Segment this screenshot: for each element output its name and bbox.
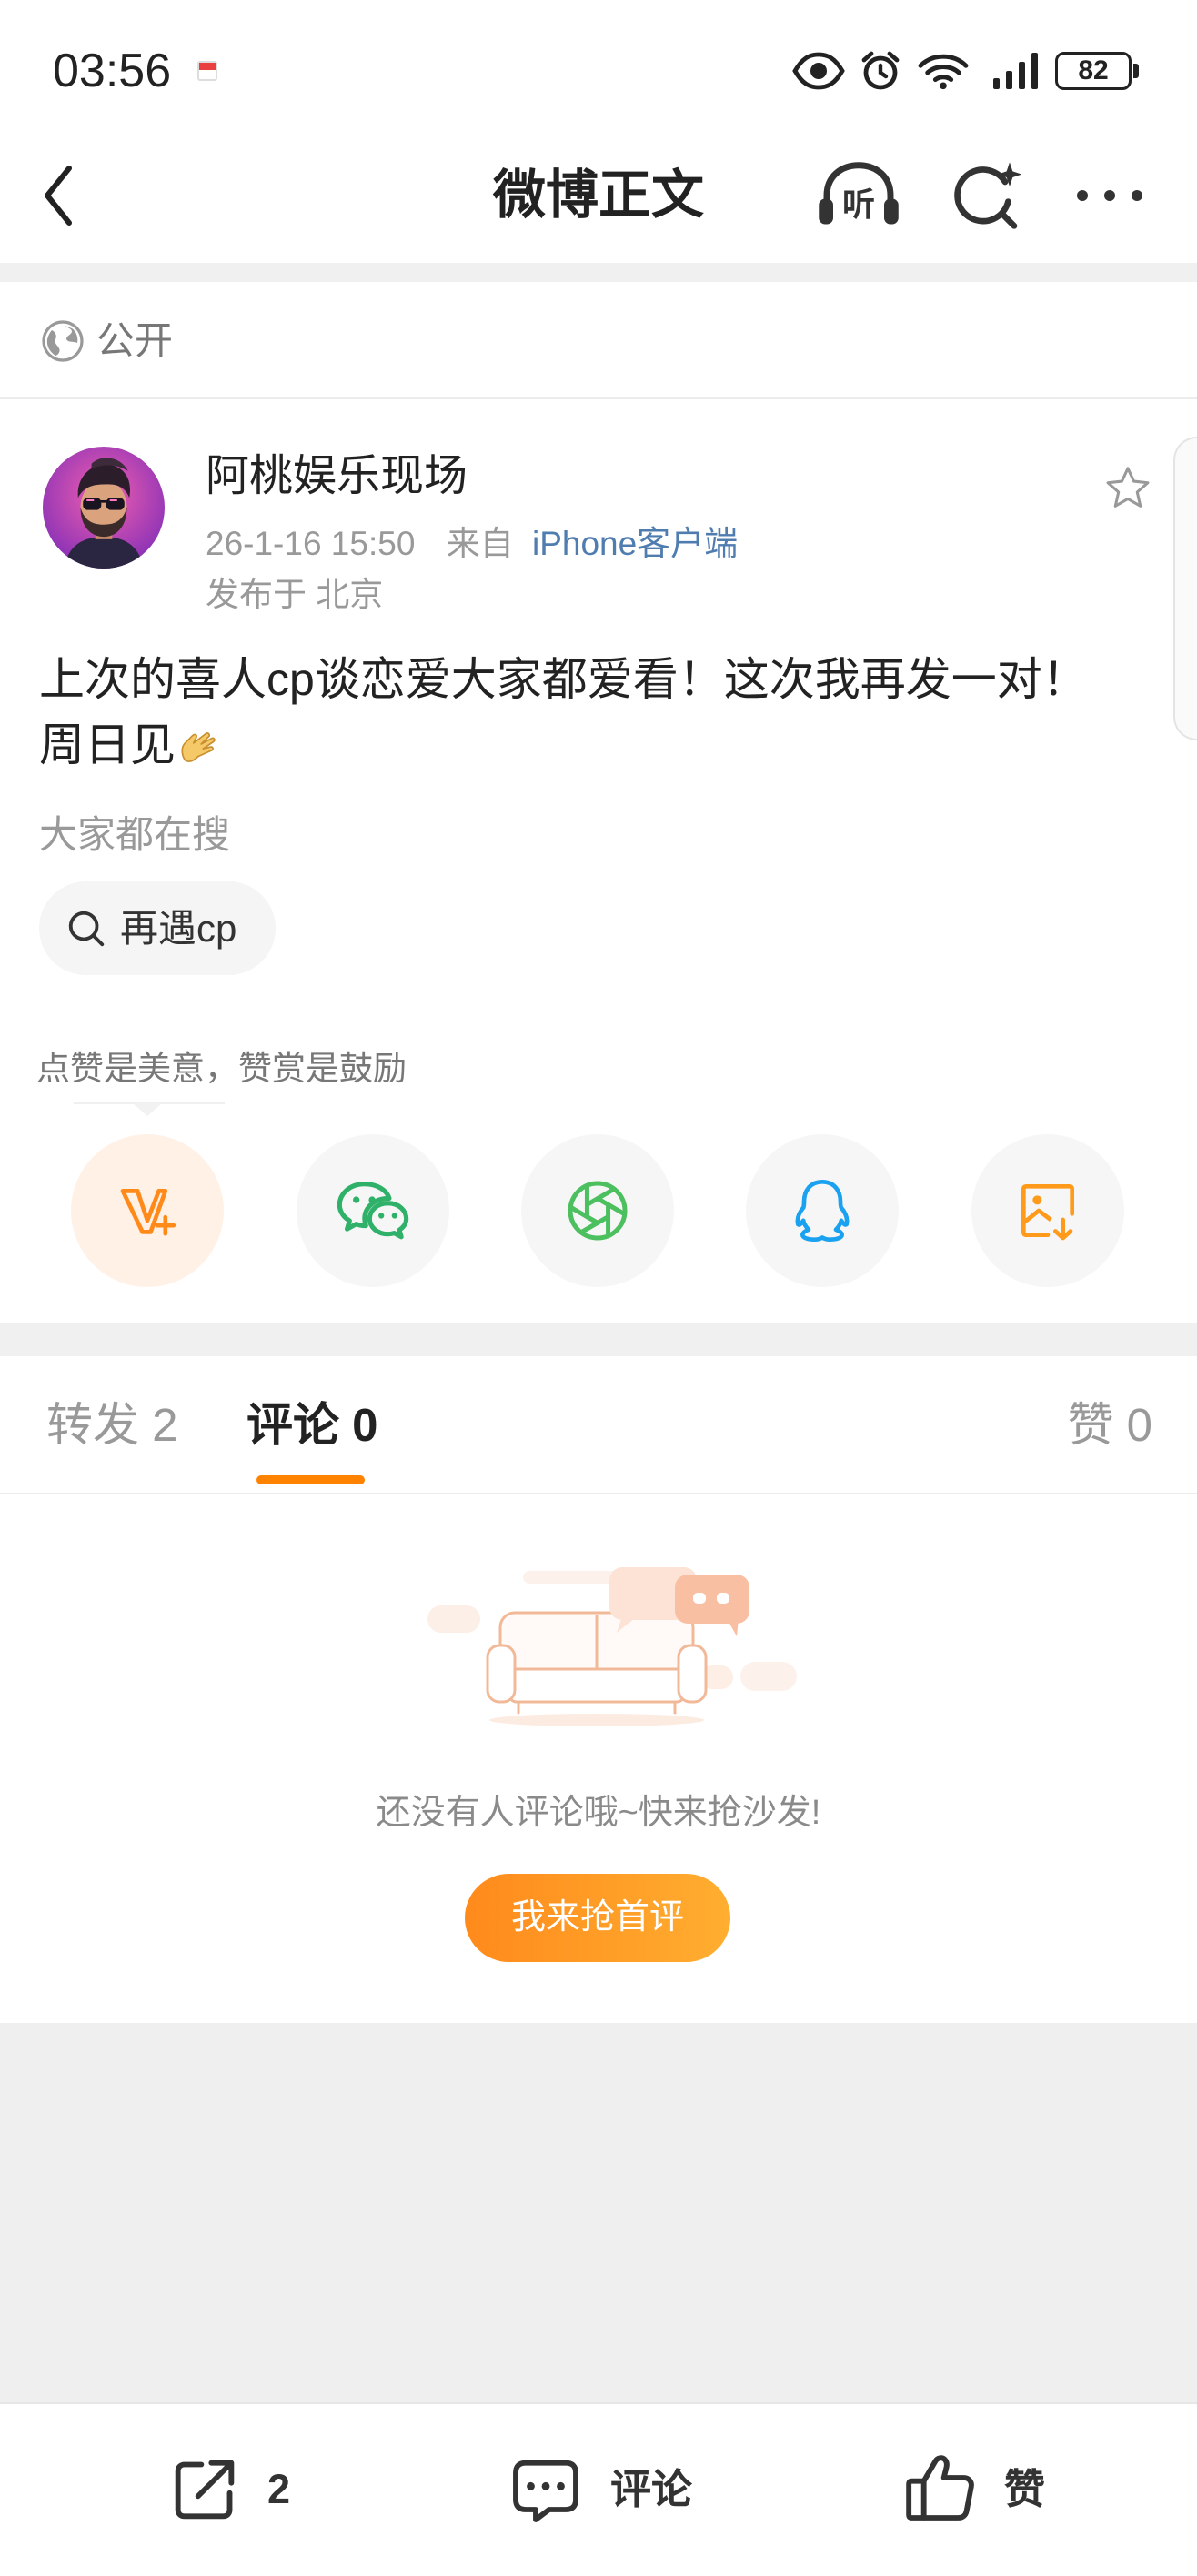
share-reward-button[interactable] [71,1134,224,1287]
tab-comments[interactable]: 评论 0 [246,1400,378,1451]
trending-chip[interactable]: 再遇cp [39,881,276,975]
tab-repost[interactable]: 转发 2 [46,1400,178,1451]
side-panel-handle[interactable] [1173,437,1197,740]
repost-count: 2 [267,2466,291,2512]
eye-icon [792,52,845,90]
post-time: 26-1-16 15:50 [206,525,416,562]
tab-likes[interactable]: 赞 0 [1067,1400,1152,1451]
post-text-line-2-text: 周日见 [39,719,176,770]
save-image-button[interactable] [971,1134,1124,1287]
reward-tip: 点赞是美意，赞赏是鼓励 [36,1050,407,1087]
trending-label: 大家都在搜 [39,813,231,856]
author-name[interactable]: 阿桃娱乐现场 [206,451,468,502]
source-prefix: 来自 [446,525,514,562]
first-comment-button[interactable]: 我来抢首评 [465,1874,730,1962]
battery-tip [1133,64,1139,78]
ok-hand-emoji [181,732,216,762]
star-icon[interactable] [1102,463,1153,514]
nav-bar: 微博正文 听 [0,141,1197,263]
share-qq-button[interactable] [746,1134,899,1287]
status-time: 03:56 [53,45,172,97]
moments-icon [568,1181,628,1241]
wifi-icon [918,54,969,90]
empty-message: 还没有人评论哦~快来抢沙发! [376,1794,821,1832]
section-gap [0,1323,1197,1356]
trending-chip-label: 再遇cp [120,907,237,950]
post-text-line-2: 周日见 [39,712,221,778]
listen-button[interactable]: 听 [814,157,903,234]
section-gap [0,263,1197,282]
post-text-line-1: 上次的喜人cp谈恋爱大家都爱看！这次我再发一对！ [39,654,1088,705]
battery-icon: 82 [1055,52,1132,90]
active-tab-indicator [256,1475,365,1484]
alarm-icon [861,51,900,90]
battery-level: 82 [1078,55,1109,86]
thumbs-up-icon [906,2455,974,2521]
comment-icon [513,2460,578,2522]
post-card: 阿桃娱乐现场 26-1-16 15:50 来自 iPhone客户端 发布于 北京… [0,397,1197,1323]
signal-icon [993,53,1038,89]
source-link[interactable]: iPhone客户端 [532,525,738,562]
notification-icon [197,61,217,81]
qq-icon [795,1180,850,1242]
reward-tip-pointer [133,1103,162,1116]
weibo-post-detail-screen: 03:56 82 微博正文 听 公开 阿桃娱乐现场 26-1-16 15:50 … [0,0,1197,2576]
status-bar: 03:56 82 [0,0,1197,141]
repost-button[interactable]: 2 [165,2450,310,2531]
bottom-action-bar: 2 评论 赞 [0,2402,1197,2576]
comments-empty-state: 还没有人评论哦~快来抢沙发! 我来抢首评 [0,1494,1197,2023]
listen-label: 听 [841,186,875,223]
more-icon[interactable] [1073,177,1146,214]
avatar[interactable] [43,447,165,569]
wechat-icon [337,1182,409,1240]
globe-icon [42,320,84,362]
save-image-icon [1021,1184,1074,1241]
visibility-row: 公开 [0,282,1197,397]
visibility-label: 公开 [96,319,174,362]
comment-label: 评论 [610,2466,693,2512]
post-location: 发布于 北京 [206,576,384,613]
post-meta: 26-1-16 15:50 来自 iPhone客户端 [206,523,738,565]
sofa-illustration [428,1567,797,1726]
sparkle-search-icon[interactable] [951,159,1023,232]
like-label: 赞 [1004,2466,1046,2512]
v-plus-reward-icon [120,1189,176,1236]
share-moments-button[interactable] [521,1134,674,1287]
search-icon [68,911,105,947]
share-wechat-button[interactable] [297,1134,449,1287]
like-button[interactable]: 赞 [900,2448,1064,2531]
interaction-tabs: 转发 2 评论 0 赞 0 [0,1356,1197,1494]
repost-icon [175,2460,235,2520]
comment-button[interactable]: 评论 [506,2450,706,2531]
